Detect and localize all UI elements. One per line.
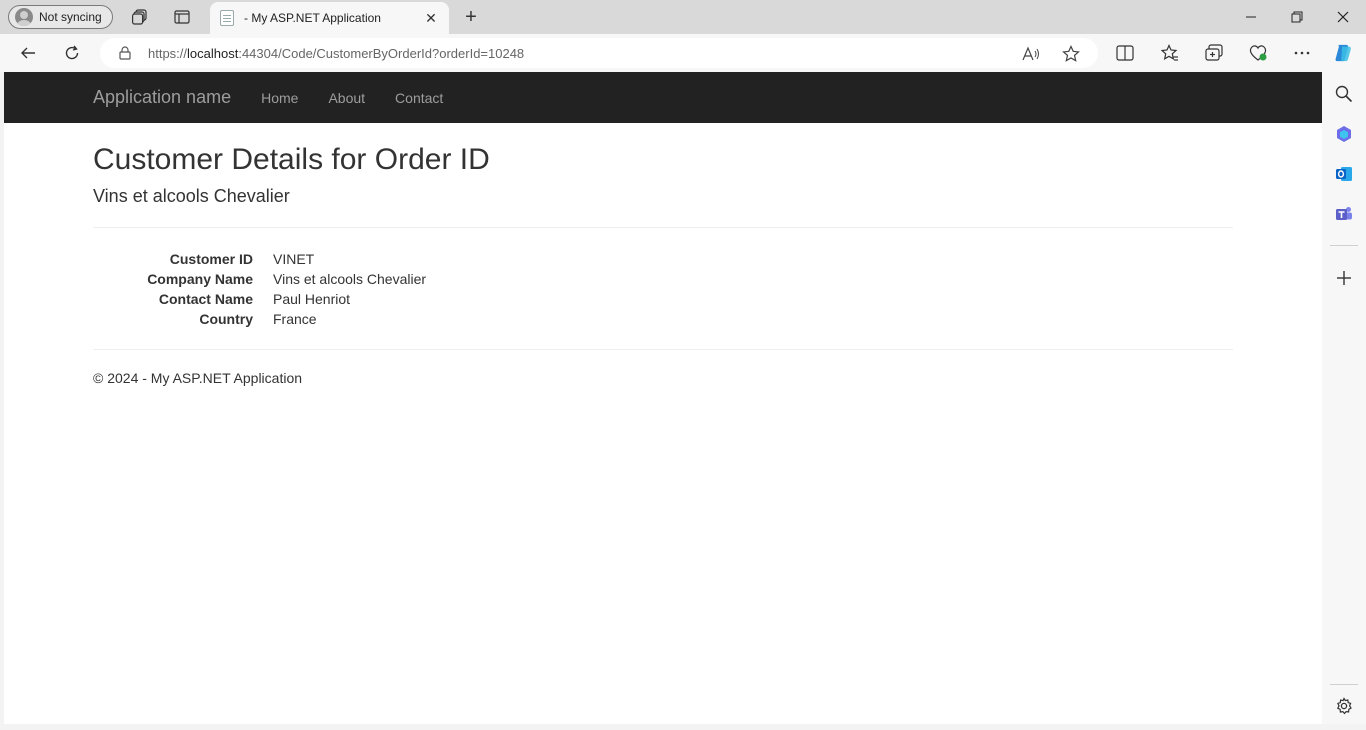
page-footer: © 2024 - My ASP.NET Application xyxy=(93,370,303,386)
customer-details: Customer ID VINET Company Name Vins et a… xyxy=(93,249,1233,329)
edge-sidebar xyxy=(1322,72,1366,730)
url-host: localhost xyxy=(187,45,239,61)
window-bottom-edge xyxy=(0,724,1366,730)
detail-value: France xyxy=(273,311,317,327)
divider xyxy=(93,349,1233,350)
active-tab[interactable]: - My ASP.NET Application ✕ xyxy=(210,2,449,34)
profile-button[interactable]: Not syncing xyxy=(8,5,113,29)
detail-value: VINET xyxy=(273,251,315,267)
detail-label: Contact Name xyxy=(158,291,253,307)
new-tab-button[interactable]: + xyxy=(460,6,482,28)
favorite-star-icon[interactable] xyxy=(1062,45,1080,63)
lock-icon[interactable] xyxy=(118,46,132,60)
site-brand[interactable]: Application name xyxy=(93,87,231,108)
detail-row-country: Country France xyxy=(93,309,1233,329)
page-title: Customer Details for Order ID xyxy=(93,143,490,176)
detail-row-company-name: Company Name Vins et alcools Chevalier xyxy=(93,269,1233,289)
tab-close-icon[interactable]: ✕ xyxy=(423,10,439,26)
url-protocol: https:// xyxy=(148,45,188,61)
detail-value: Paul Henriot xyxy=(273,291,351,307)
copilot-icon[interactable] xyxy=(1333,43,1353,63)
copilot-designer-icon[interactable] xyxy=(1334,124,1354,144)
browser-essentials-icon[interactable] xyxy=(1248,43,1268,63)
nav-link-home[interactable]: Home xyxy=(246,90,313,106)
sidebar-divider xyxy=(1330,684,1358,685)
sidebar-divider xyxy=(1330,245,1358,246)
detail-row-customer-id: Customer ID VINET xyxy=(93,249,1233,269)
title-bar: Not syncing - My ASP.NET Application ✕ + xyxy=(0,0,1366,34)
avatar-icon xyxy=(15,8,33,26)
split-screen-icon[interactable] xyxy=(1115,43,1135,63)
page-favicon-icon xyxy=(220,10,234,26)
page-viewport: Application name Home About Contact Cust… xyxy=(4,72,1322,724)
page-subtitle: Vins et alcools Chevalier xyxy=(93,186,290,206)
add-sidebar-app-icon[interactable] xyxy=(1334,268,1354,288)
detail-label: Company Name xyxy=(147,271,253,287)
detail-label: Country xyxy=(199,311,253,327)
tab-actions-icon[interactable] xyxy=(172,7,192,27)
collections-icon[interactable] xyxy=(1204,43,1224,63)
teams-icon[interactable] xyxy=(1334,204,1354,224)
restore-button[interactable] xyxy=(1274,0,1320,34)
detail-value: Vins et alcools Chevalier xyxy=(273,271,427,287)
divider xyxy=(93,227,1233,228)
site-navbar: Application name Home About Contact xyxy=(4,72,1322,123)
detail-label: Customer ID xyxy=(169,251,253,267)
url-path: :44304/Code/CustomerByOrderId?orderId=10… xyxy=(238,45,525,61)
detail-row-contact-name: Contact Name Paul Henriot xyxy=(93,289,1233,309)
address-bar[interactable]: https://localhost:44304/Code/CustomerByO… xyxy=(100,38,1098,68)
back-button[interactable] xyxy=(16,42,40,64)
search-icon[interactable] xyxy=(1334,84,1354,104)
refresh-button[interactable] xyxy=(60,42,84,64)
nav-link-about[interactable]: About xyxy=(313,90,380,106)
body-content: Customer Details for Order ID Vins et al… xyxy=(4,143,1322,386)
more-menu-icon[interactable] xyxy=(1292,43,1312,63)
tab-title: - My ASP.NET Application xyxy=(244,11,381,25)
workspaces-icon[interactable] xyxy=(130,7,150,27)
minimize-button[interactable] xyxy=(1228,0,1274,34)
outlook-icon[interactable] xyxy=(1334,164,1354,184)
browser-toolbar: https://localhost:44304/Code/CustomerByO… xyxy=(0,34,1366,72)
profile-label: Not syncing xyxy=(39,10,102,24)
read-aloud-icon[interactable] xyxy=(1022,45,1040,63)
sidebar-settings-gear-icon[interactable] xyxy=(1334,696,1354,716)
close-window-button[interactable] xyxy=(1320,0,1366,34)
favorites-icon[interactable] xyxy=(1160,43,1180,63)
nav-link-contact[interactable]: Contact xyxy=(380,90,458,106)
